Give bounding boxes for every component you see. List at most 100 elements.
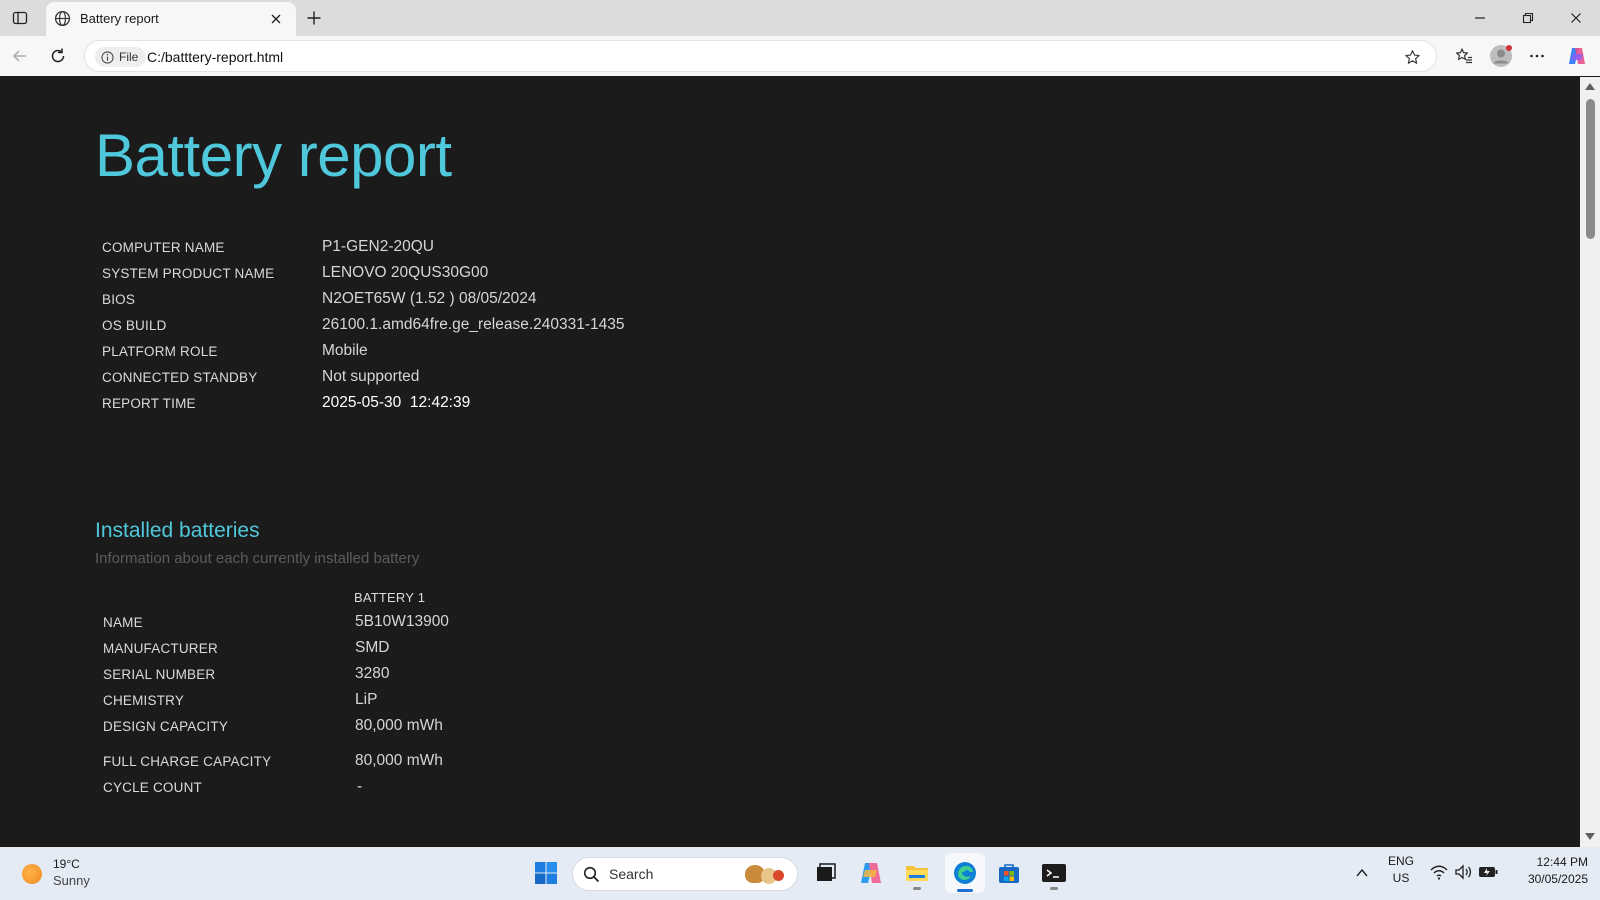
info-value: P1-GEN2-20QU <box>322 238 434 255</box>
info-value: 2025-05-30 12:42:39 <box>322 394 471 411</box>
favorites-button[interactable] <box>1452 44 1476 68</box>
system-tray-status[interactable] <box>1428 860 1500 886</box>
close-icon <box>1571 13 1581 23</box>
profile-icon <box>1490 45 1512 67</box>
info-value: 26100.1.amd64fre.ge_release.240331-1435 <box>322 316 625 333</box>
terminal-button[interactable] <box>1038 857 1070 890</box>
file-explorer-icon <box>906 866 928 881</box>
info-label: CONNECTED STANDBY <box>102 370 258 385</box>
active-indicator <box>957 889 973 892</box>
running-indicator <box>913 887 921 890</box>
refresh-icon <box>51 48 65 63</box>
copilot-button[interactable] <box>1563 42 1591 70</box>
info-label: OS BUILD <box>102 318 167 333</box>
star-icon[interactable] <box>1401 46 1423 68</box>
plus-icon <box>307 11 321 25</box>
address-bar[interactable]: File C:/batttery-report.html <box>84 40 1437 72</box>
battery-value: 80,000 mWh <box>355 752 443 769</box>
url-text[interactable]: C:/batttery-report.html <box>147 49 283 65</box>
weather-widget[interactable]: 19°C Sunny <box>20 857 110 891</box>
volume-icon <box>1455 864 1472 880</box>
minimize-button[interactable] <box>1468 6 1492 30</box>
file-explorer-button[interactable] <box>901 857 933 890</box>
windows-start-icon <box>535 862 557 884</box>
info-value: N2OET65W (1.52 ) 08/05/2024 <box>322 290 537 307</box>
info-label: COMPUTER NAME <box>102 240 225 255</box>
battery-value: SMD <box>355 639 390 656</box>
task-view-button[interactable] <box>810 857 842 889</box>
more-button[interactable] <box>1525 44 1549 68</box>
battery-value: 80,000 mWh <box>355 717 443 734</box>
store-button[interactable] <box>993 857 1025 889</box>
terminal-icon <box>1042 864 1066 882</box>
info-value: Mobile <box>322 342 368 359</box>
edge-button[interactable] <box>945 853 985 893</box>
taskbar-search[interactable]: Search <box>572 857 798 891</box>
show-hidden-icons-button[interactable] <box>1350 861 1374 885</box>
copilot-icon <box>1569 48 1585 64</box>
battery-value: 5B10W13900 <box>355 613 449 630</box>
language-indicator[interactable]: ENG US <box>1384 854 1418 892</box>
file-badge-label: File <box>119 50 139 64</box>
battery-icon <box>1479 867 1498 877</box>
profile-button[interactable] <box>1487 42 1515 70</box>
refresh-button[interactable] <box>46 44 70 68</box>
battery-label: CYCLE COUNT <box>103 780 202 795</box>
copilot-icon <box>861 863 881 883</box>
tab-battery-report[interactable]: Battery report <box>46 2 296 36</box>
chevron-up-icon <box>1356 868 1368 877</box>
info-label: REPORT TIME <box>102 396 196 411</box>
new-tab-button[interactable] <box>302 6 326 30</box>
wifi-icon <box>1430 865 1448 880</box>
info-label: BIOS <box>102 292 136 307</box>
weather-desc: Sunny <box>53 873 90 888</box>
back-icon <box>12 50 26 62</box>
battery-label: DESIGN CAPACITY <box>103 719 229 734</box>
installed-batteries-subheading: Information about each currently install… <box>95 550 420 567</box>
weather-temp: 19°C <box>53 857 80 871</box>
scroll-down-arrow[interactable] <box>1585 833 1595 840</box>
page-title: Battery report <box>95 122 452 189</box>
start-button[interactable] <box>530 857 562 889</box>
battery-label: NAME <box>103 615 143 630</box>
info-value: Not supported <box>322 368 420 385</box>
scrollbar-thumb[interactable] <box>1586 99 1595 239</box>
info-label: SYSTEM PRODUCT NAME <box>102 266 275 281</box>
copilot-taskbar-button[interactable] <box>855 857 887 889</box>
favorites-icon <box>1456 48 1472 64</box>
clock[interactable]: 12:44 PM 30/05/2025 <box>1508 855 1588 891</box>
info-icon <box>101 50 114 64</box>
language-code: ENG <box>1387 854 1414 868</box>
close-window-button[interactable] <box>1564 6 1588 30</box>
search-highlight-image <box>773 870 784 881</box>
edge-icon <box>954 862 976 884</box>
installed-batteries-heading: Installed batteries <box>95 519 260 542</box>
restore-icon <box>1522 12 1534 24</box>
battery-label: SERIAL NUMBER <box>103 667 216 682</box>
page-scrollbar[interactable] <box>1580 77 1600 847</box>
battery-value: - <box>357 778 363 795</box>
clock-date: 30/05/2025 <box>1527 872 1588 886</box>
scroll-up-arrow[interactable] <box>1585 83 1595 90</box>
taskbar: 19°C Sunny Search ENG US 12:44 PM 30/05/… <box>0 847 1600 900</box>
browser-toolbar: File C:/batttery-report.html <box>0 36 1600 76</box>
clock-time: 12:44 PM <box>1536 855 1588 869</box>
battery-value: 3280 <box>355 665 390 682</box>
site-info-badge[interactable]: File <box>95 47 147 67</box>
more-icon <box>1530 54 1544 58</box>
browser-titlebar: Battery report <box>0 0 1600 36</box>
info-value: LENOVO 20QUS30G00 <box>322 264 489 281</box>
sun-icon <box>22 864 42 884</box>
battery-label: CHEMISTRY <box>103 693 185 708</box>
back-button[interactable] <box>8 44 32 68</box>
running-indicator <box>1050 887 1058 890</box>
minimize-icon <box>1475 17 1485 19</box>
close-icon[interactable] <box>266 9 286 29</box>
search-icon <box>583 866 600 883</box>
battery-column-header: BATTERY 1 <box>354 590 426 605</box>
restore-button[interactable] <box>1516 6 1540 30</box>
sidebar-toggle-icon[interactable] <box>8 6 32 30</box>
globe-icon <box>54 10 71 32</box>
tab-title: Battery report <box>80 11 159 26</box>
battery-label: MANUFACTURER <box>103 641 218 656</box>
